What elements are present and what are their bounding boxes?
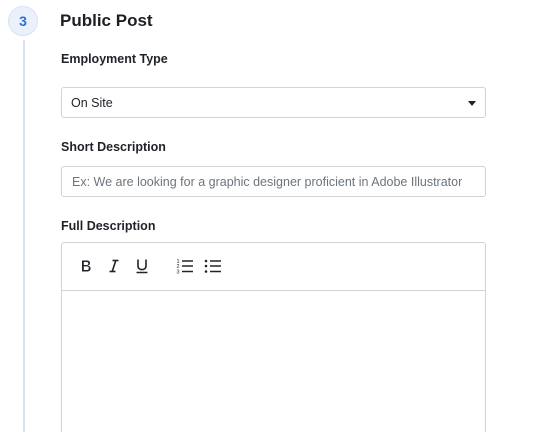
editor-toolbar: 1 2 3: [62, 243, 485, 291]
ordered-list-icon: 1 2 3: [177, 259, 193, 276]
italic-button[interactable]: [104, 256, 124, 276]
italic-icon: [109, 259, 119, 273]
bold-icon: [82, 260, 91, 272]
full-description-label: Full Description: [61, 219, 156, 233]
step-number: 3: [19, 13, 27, 29]
short-description-label: Short Description: [61, 140, 166, 154]
caret-down-icon: [468, 101, 476, 106]
editor-content-area[interactable]: [62, 291, 485, 432]
unordered-list-button[interactable]: [203, 256, 223, 276]
bold-button[interactable]: [76, 256, 96, 276]
full-description-editor: 1 2 3: [61, 242, 486, 432]
svg-text:3: 3: [177, 270, 180, 276]
employment-type-select[interactable]: On Site: [61, 87, 486, 118]
underline-icon: [136, 259, 148, 274]
step-timeline-line: [23, 40, 25, 432]
section-title: Public Post: [60, 11, 153, 30]
public-post-form: 3 Public Post Employment Type On Site Sh…: [0, 0, 536, 432]
employment-type-label: Employment Type: [61, 52, 168, 66]
employment-type-selected-value: On Site: [71, 95, 113, 110]
underline-button[interactable]: [132, 256, 152, 276]
unordered-list-icon: [204, 259, 221, 273]
step-number-badge: 3: [8, 6, 38, 36]
short-description-input[interactable]: [61, 166, 486, 197]
ordered-list-button[interactable]: 1 2 3: [175, 256, 195, 276]
